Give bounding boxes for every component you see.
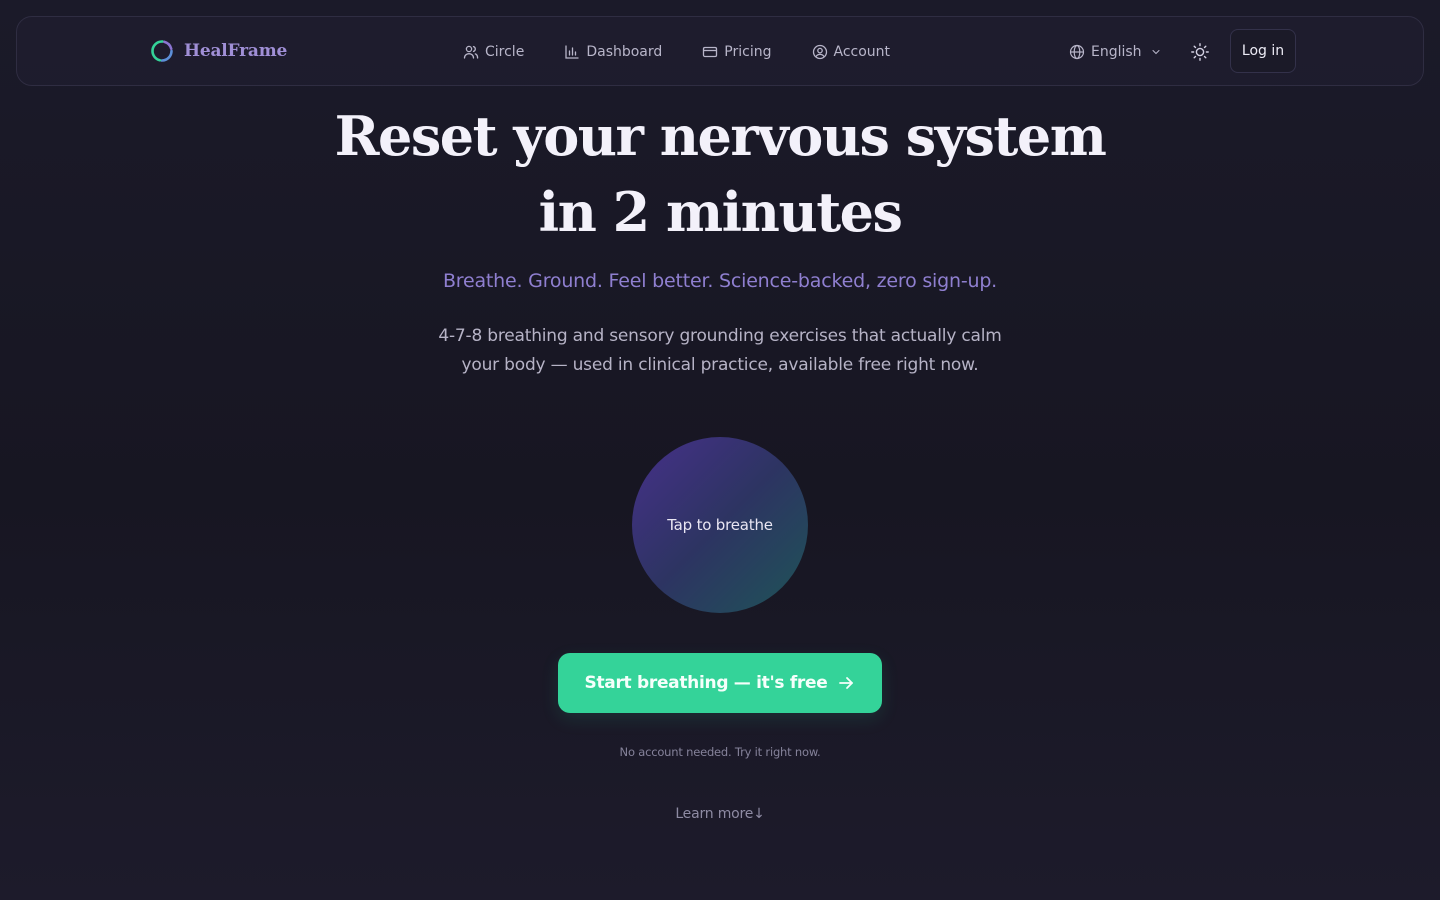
start-breathing-label: Start breathing — it's free: [584, 673, 828, 693]
nav-item-dashboard[interactable]: Dashboard: [564, 41, 662, 63]
ring-logo-icon: [151, 40, 173, 62]
learn-more-link[interactable]: Learn more↓: [0, 806, 1440, 822]
breathe-circle-button[interactable]: Tap to breathe: [632, 437, 808, 613]
breathe-circle-label: Tap to breathe: [667, 516, 773, 534]
top-navbar: HealFrame Circle Dashboard Pricing Accou…: [16, 16, 1424, 86]
theme-toggle-button[interactable]: [1189, 41, 1211, 63]
nav-item-label: Dashboard: [586, 44, 663, 60]
hero-description-line-2: your body — used in clinical practice, a…: [461, 355, 979, 375]
start-breathing-button[interactable]: Start breathing — it's free: [558, 653, 882, 713]
people-icon: [463, 45, 479, 59]
nav-item-label: Account: [833, 44, 891, 60]
brand-logo-link[interactable]: HealFrame: [150, 39, 287, 63]
hero-title-line-1: Reset your nervous system: [334, 104, 1107, 168]
user-circle-icon: [812, 44, 827, 60]
nav-item-circle[interactable]: Circle: [463, 41, 524, 63]
nav-item-label: Pricing: [724, 44, 772, 60]
hero-title: Reset your nervous system in 2 minutes: [0, 98, 1440, 250]
nav-item-account[interactable]: Account: [812, 41, 891, 63]
sun-icon: [1191, 43, 1209, 61]
no-account-note: No account needed. Try it right now.: [619, 745, 821, 759]
hero-tagline: Breathe. Ground. Feel better. Science-ba…: [442, 270, 998, 292]
arrow-right-icon: [839, 677, 854, 689]
bar-chart-icon: [565, 45, 579, 59]
chevron-down-icon: [1152, 49, 1160, 55]
credit-card-icon: [703, 46, 718, 58]
login-button[interactable]: Log in: [1230, 29, 1296, 73]
language-label: English: [1091, 44, 1142, 60]
nav-item-label: Circle: [485, 44, 525, 60]
language-selector[interactable]: English: [1069, 41, 1162, 63]
hero-title-line-2: in 2 minutes: [538, 180, 903, 244]
brand-name: HealFrame: [184, 41, 288, 61]
main-nav: Circle Dashboard Pricing Account: [463, 41, 890, 63]
globe-icon: [1069, 44, 1085, 60]
hero-description: 4-7-8 breathing and sensory grounding ex…: [420, 322, 1020, 380]
nav-item-pricing[interactable]: Pricing: [702, 41, 772, 63]
hero-description-line-1: 4-7-8 breathing and sensory grounding ex…: [438, 326, 1002, 346]
